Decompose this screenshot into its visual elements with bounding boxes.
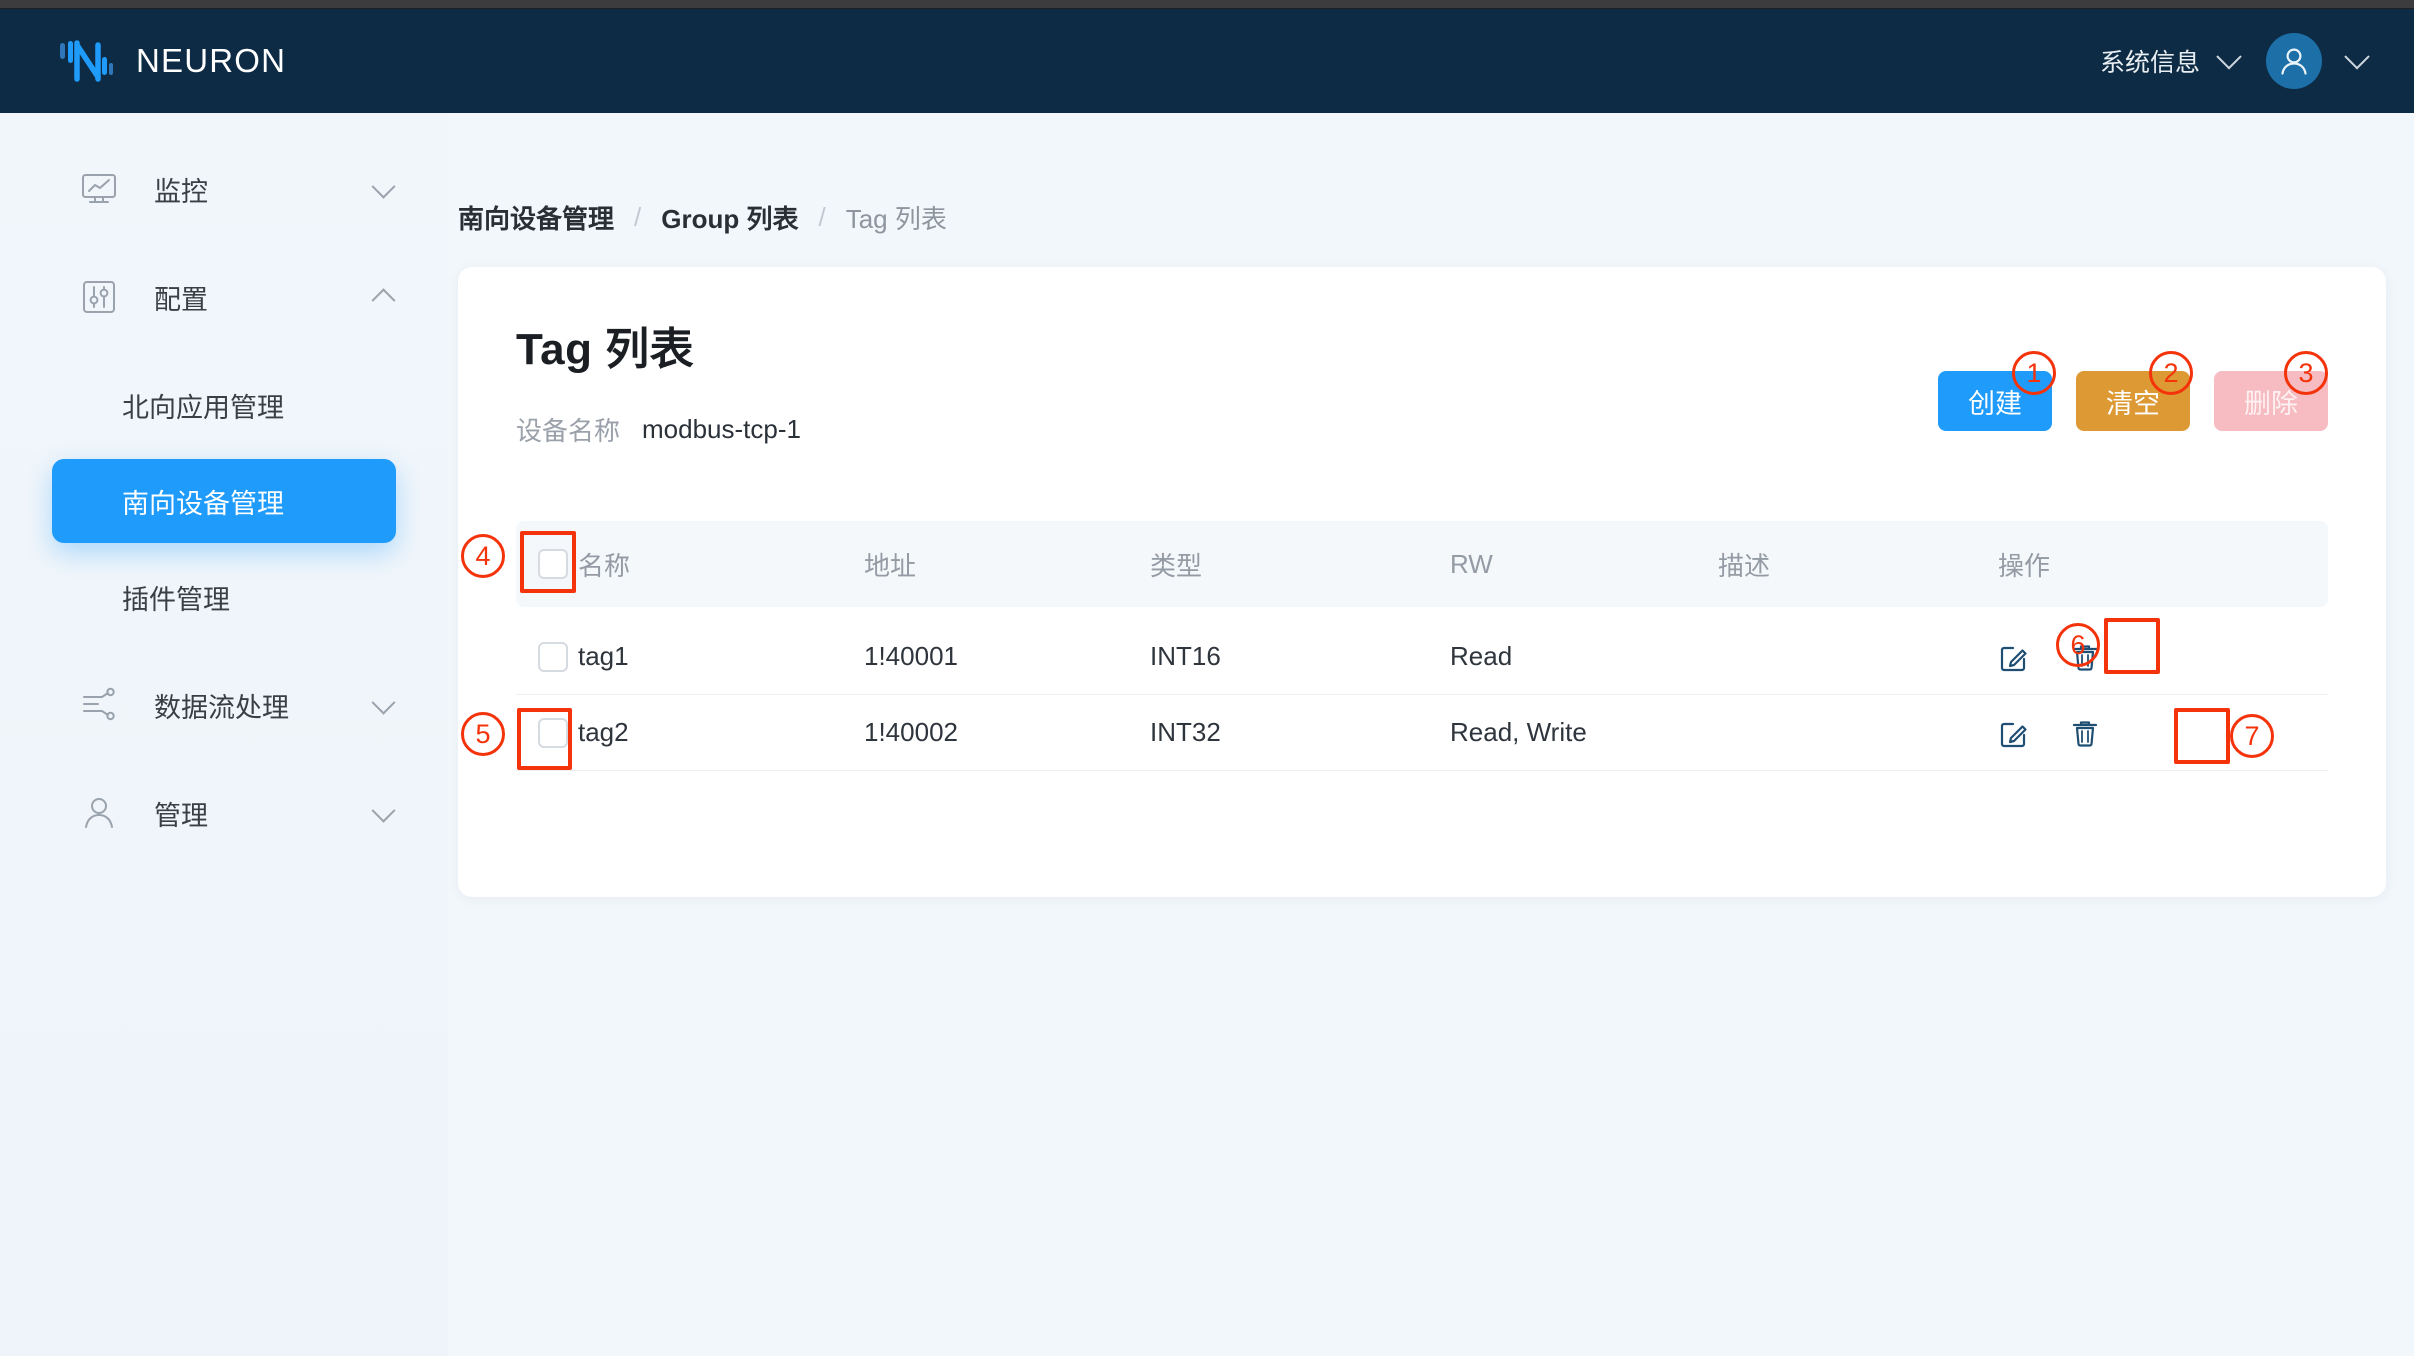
row1-delete-icon[interactable]: [2068, 640, 2102, 674]
column-header-address: 地址: [864, 550, 917, 581]
chevron-down-icon: [371, 174, 396, 199]
device-name-value: modbus-tcp-1: [642, 414, 801, 444]
sidebar-item-label: 南向设备管理: [122, 488, 284, 519]
sidebar-item-label: 配置: [154, 284, 208, 315]
user-manage-icon: [78, 792, 120, 834]
breadcrumb-item-1[interactable]: Group 列表: [661, 199, 798, 236]
row2-edit-icon[interactable]: [1998, 716, 2032, 750]
sidebar-item-plugin-manage[interactable]: 插件管理: [52, 555, 396, 639]
breadcrumb-item-0[interactable]: 南向设备管理: [458, 199, 614, 236]
cell-rw: Read, Write: [1450, 717, 1587, 747]
chevron-down-icon: [371, 798, 396, 823]
column-header-operation: 操作: [1998, 550, 2051, 581]
user-avatar-icon: [2281, 48, 2307, 75]
breadcrumb-separator: /: [818, 202, 826, 232]
monitor-chart-icon: [78, 168, 120, 210]
device-name-label: 设备名称: [516, 416, 621, 446]
breadcrumb: 南向设备管理 / Group 列表 / Tag 列表: [448, 113, 2414, 236]
tag-list-card: Tag 列表 设备名称 modbus-tcp-1 创建 清空 删除 名称 地址 …: [458, 267, 2386, 897]
sidebar-item-manage[interactable]: 管理: [0, 759, 448, 867]
column-header-name: 名称: [578, 550, 631, 581]
table-row: tag2 1!40002 INT32 Read, Write: [516, 695, 2328, 771]
column-header-rw: RW: [1450, 548, 1493, 579]
sidebar-item-label: 北向应用管理: [122, 392, 284, 423]
row2-delete-icon[interactable]: [2068, 716, 2102, 750]
cell-address: 1!40002: [864, 717, 958, 747]
brand[interactable]: NEURON: [58, 37, 286, 85]
sliders-config-icon: [78, 276, 120, 318]
table-header-row: 名称 地址 类型 RW 描述 操作: [516, 521, 2328, 607]
sidebar-item-config[interactable]: 配置: [0, 243, 448, 351]
tag-table: 名称 地址 类型 RW 描述 操作 tag1 1!40001 INT16 Rea…: [516, 521, 2328, 771]
system-info-menu[interactable]: 系统信息: [2099, 43, 2242, 79]
card-action-buttons: 创建 清空 删除: [1938, 371, 2328, 431]
row-checkbox-cell: [516, 641, 578, 672]
row1-checkbox[interactable]: [538, 641, 568, 672]
row2-checkbox[interactable]: [538, 717, 568, 748]
chevron-down-icon: [371, 690, 396, 715]
avatar[interactable]: [2266, 33, 2322, 89]
row1-edit-icon[interactable]: [1998, 640, 2032, 674]
user-menu[interactable]: [2266, 33, 2370, 89]
chevron-down-icon: [2216, 44, 2242, 70]
sidebar-item-label: 数据流处理: [154, 692, 289, 723]
dataflow-icon: [78, 684, 120, 726]
cell-rw: Read: [1450, 641, 1513, 671]
top-header-bar: NEURON 系统信息: [0, 9, 2414, 113]
cell-name: tag1: [578, 641, 629, 671]
main-content: 南向设备管理 / Group 列表 / Tag 列表 Tag 列表 设备名称 m…: [448, 113, 2414, 1356]
top-header-right: 系统信息: [2100, 33, 2376, 89]
table-row: tag1 1!40001 INT16 Read: [516, 619, 2328, 695]
brand-name: NEURON: [136, 42, 287, 79]
sidebar-item-monitor[interactable]: 监控: [0, 135, 448, 243]
chevron-up-icon: [371, 287, 396, 312]
sidebar-item-south-device-manage[interactable]: 南向设备管理: [52, 459, 396, 543]
cell-type: INT16: [1150, 641, 1221, 671]
sidebar-item-label: 管理: [154, 800, 208, 831]
cell-address: 1!40001: [864, 641, 958, 671]
app-root: NEURON 系统信息 监控 配置 北向应用管理 南向设备管理 插件管理 数据流…: [0, 0, 2414, 1356]
table-header-checkbox-cell: [516, 549, 578, 579]
column-header-type: 类型: [1150, 550, 1203, 581]
system-info-label: 系统信息: [2099, 49, 2200, 77]
neuron-logo-icon: [58, 37, 114, 85]
row-checkbox-cell: [516, 717, 578, 748]
create-button[interactable]: 创建: [1938, 371, 2052, 431]
cell-type: INT32: [1150, 717, 1221, 747]
cell-name: tag2: [578, 717, 629, 747]
column-header-description: 描述: [1718, 550, 1771, 581]
chevron-down-icon: [2344, 44, 2370, 70]
sidebar-item-label: 监控: [154, 176, 208, 207]
clear-button[interactable]: 清空: [2076, 371, 2190, 431]
sidebar-item-north-app-manage[interactable]: 北向应用管理: [52, 363, 396, 447]
select-all-checkbox[interactable]: [538, 549, 568, 579]
cell-operations: [1998, 640, 2328, 674]
page-title: Tag 列表: [516, 325, 695, 374]
sidebar: 监控 配置 北向应用管理 南向设备管理 插件管理 数据流处理 管理: [0, 113, 448, 1356]
browser-chrome-strip: [0, 0, 2414, 9]
breadcrumb-item-2: Tag 列表: [845, 204, 947, 234]
sidebar-item-dataflow[interactable]: 数据流处理: [0, 651, 448, 759]
sidebar-item-label: 插件管理: [122, 584, 230, 615]
cell-operations: [1998, 716, 2328, 750]
delete-button[interactable]: 删除: [2214, 371, 2328, 431]
breadcrumb-separator: /: [634, 202, 642, 232]
